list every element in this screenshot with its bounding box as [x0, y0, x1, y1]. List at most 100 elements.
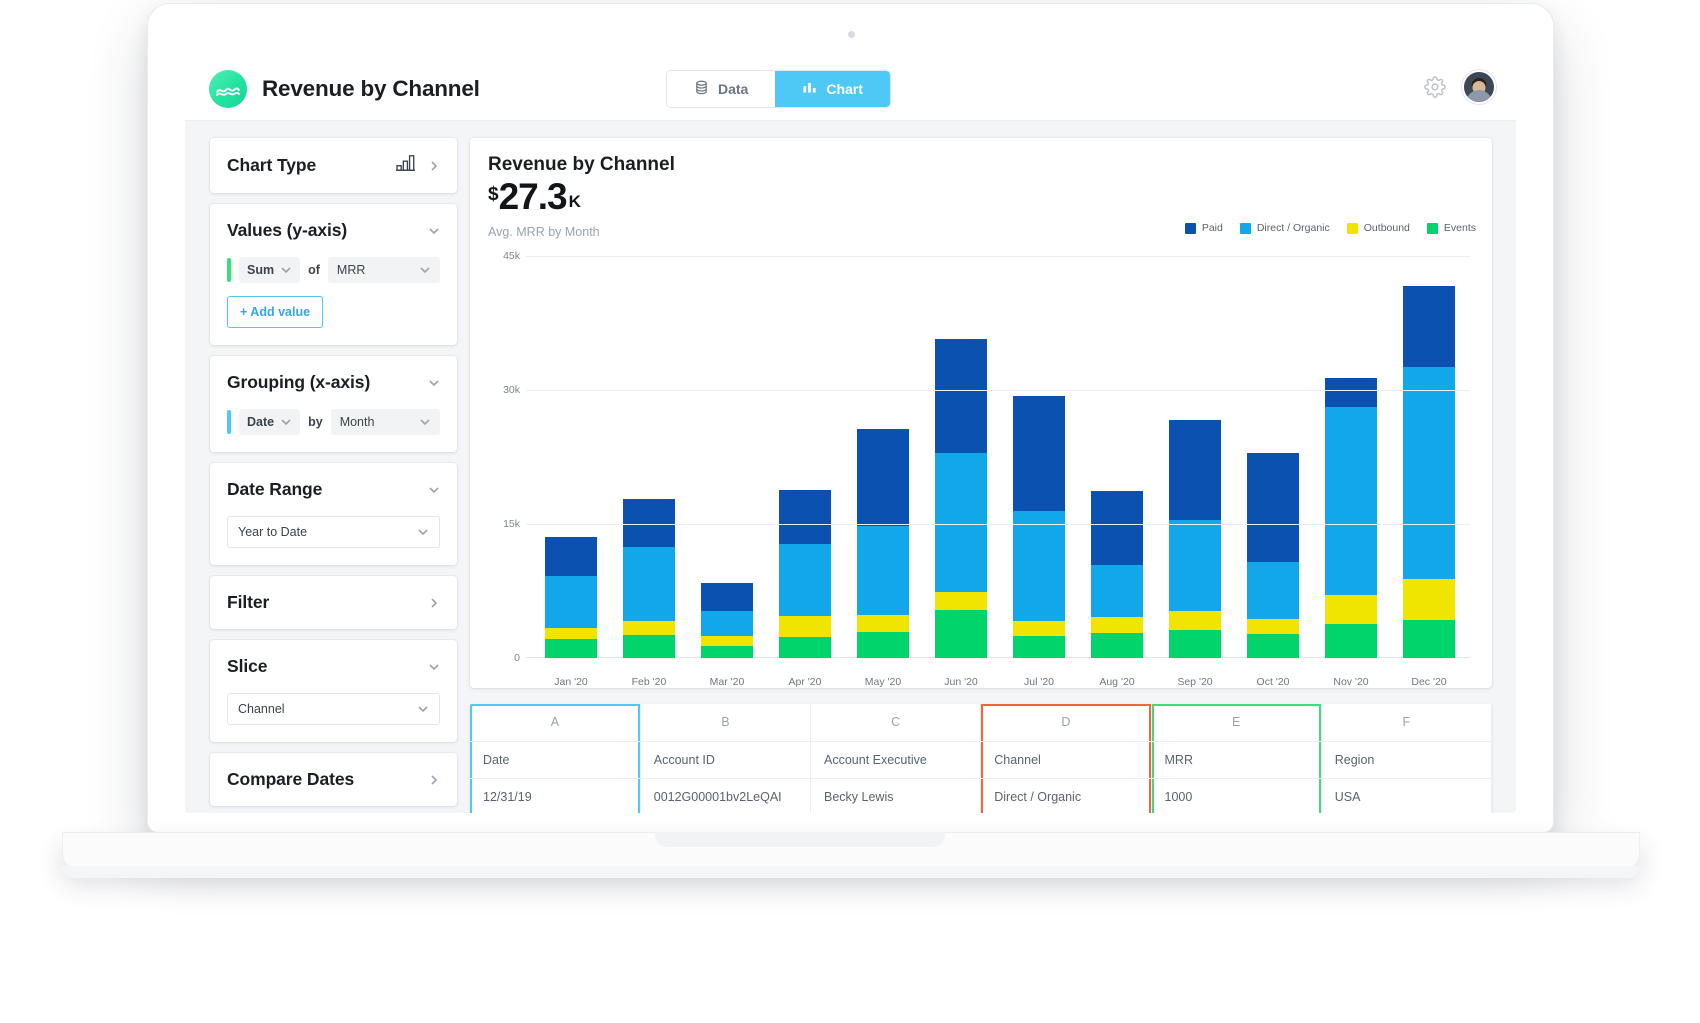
- bar-segment[interactable]: [935, 453, 987, 592]
- bar-segment[interactable]: [1325, 407, 1377, 596]
- bar-segment[interactable]: [1013, 635, 1065, 658]
- bar-segment[interactable]: [1091, 616, 1143, 633]
- date-range-select[interactable]: Year to Date: [227, 516, 440, 548]
- bar-segment[interactable]: [623, 621, 675, 635]
- view-toggle[interactable]: Data Chart: [666, 70, 891, 108]
- bar-segment[interactable]: [779, 543, 831, 617]
- value-field-select[interactable]: MRR: [327, 257, 440, 283]
- chevron-down-icon[interactable]: [428, 225, 440, 237]
- panel-header-slice[interactable]: Slice: [210, 640, 457, 693]
- table-cell[interactable]: Date: [470, 741, 641, 779]
- bar-segment[interactable]: [1169, 519, 1221, 611]
- bar-segment[interactable]: [701, 635, 753, 647]
- slice-select[interactable]: Channel: [227, 693, 440, 725]
- bar-segment[interactable]: [857, 632, 909, 658]
- grouping-field-select[interactable]: Date: [239, 409, 301, 435]
- bar-column[interactable]: [766, 256, 844, 658]
- column-header[interactable]: E: [1151, 704, 1322, 742]
- panel-header-grouping[interactable]: Grouping (x-axis): [210, 356, 457, 409]
- bar-stack[interactable]: [1013, 396, 1065, 658]
- column-header[interactable]: C: [810, 704, 982, 742]
- bar-column[interactable]: [1390, 256, 1468, 658]
- tab-data[interactable]: Data: [667, 71, 776, 107]
- table-cell[interactable]: Becky Lewis: [810, 778, 982, 813]
- bar-segment[interactable]: [1013, 396, 1065, 511]
- bar-segment[interactable]: [545, 575, 597, 628]
- bar-column[interactable]: [844, 256, 922, 658]
- bar-segment[interactable]: [701, 582, 753, 611]
- table-cell[interactable]: Account ID: [640, 741, 812, 779]
- table-cell[interactable]: Account Executive: [810, 741, 982, 779]
- chevron-right-icon[interactable]: [428, 774, 440, 786]
- bar-segment[interactable]: [779, 616, 831, 638]
- bar-chart-type-icon[interactable]: [395, 154, 417, 177]
- bar-stack[interactable]: [701, 582, 753, 658]
- bar-segment[interactable]: [857, 525, 909, 616]
- bar-stack[interactable]: [1091, 490, 1143, 658]
- table-cell[interactable]: Channel: [980, 741, 1152, 779]
- column-header[interactable]: D: [980, 704, 1152, 742]
- panel-header-compare-dates[interactable]: Compare Dates: [210, 753, 457, 806]
- bar-segment[interactable]: [1169, 610, 1221, 631]
- table-cell[interactable]: 0012G00001bv2LeQAI: [640, 778, 812, 813]
- chevron-down-icon[interactable]: [428, 484, 440, 496]
- bar-segment[interactable]: [1013, 510, 1065, 622]
- bar-column[interactable]: [1156, 256, 1234, 658]
- bar-segment[interactable]: [1403, 366, 1455, 580]
- legend-item[interactable]: Paid: [1184, 222, 1223, 234]
- table-cell[interactable]: MRR: [1151, 741, 1322, 779]
- panel-header-date-range[interactable]: Date Range: [210, 463, 457, 516]
- bar-segment[interactable]: [779, 637, 831, 658]
- bar-segment[interactable]: [1169, 630, 1221, 658]
- bar-segment[interactable]: [1247, 618, 1299, 634]
- bar-segment[interactable]: [1091, 565, 1143, 617]
- bar-segment[interactable]: [1247, 633, 1299, 658]
- bar-stack[interactable]: [545, 537, 597, 658]
- bar-stack[interactable]: [935, 339, 987, 658]
- bar-stack[interactable]: [857, 429, 909, 658]
- aggregate-select[interactable]: Sum: [239, 257, 301, 283]
- bar-column[interactable]: [610, 256, 688, 658]
- bar-segment[interactable]: [1325, 378, 1377, 407]
- legend-item[interactable]: Events: [1426, 222, 1476, 234]
- column-header[interactable]: B: [640, 704, 812, 742]
- bar-segment[interactable]: [1247, 453, 1299, 562]
- bar-column[interactable]: [1000, 256, 1078, 658]
- bar-segment[interactable]: [1403, 579, 1455, 621]
- column-header[interactable]: A: [470, 704, 641, 742]
- bar-segment[interactable]: [1169, 420, 1221, 520]
- bar-segment[interactable]: [935, 591, 987, 610]
- chevron-right-icon[interactable]: [428, 160, 440, 172]
- legend-item[interactable]: Direct / Organic: [1239, 222, 1330, 234]
- tab-chart[interactable]: Chart: [775, 71, 890, 107]
- bar-column[interactable]: [1312, 256, 1390, 658]
- bar-segment[interactable]: [935, 339, 987, 454]
- bar-segment[interactable]: [935, 609, 987, 658]
- legend-item[interactable]: Outbound: [1346, 222, 1410, 234]
- avatar[interactable]: [1462, 70, 1496, 104]
- add-value-button[interactable]: + Add value: [227, 296, 324, 328]
- bar-column[interactable]: [1234, 256, 1312, 658]
- bar-segment[interactable]: [701, 646, 753, 658]
- bar-segment[interactable]: [1091, 490, 1143, 566]
- chevron-down-icon[interactable]: [428, 661, 440, 673]
- bar-column[interactable]: [1078, 256, 1156, 658]
- bar-stack[interactable]: [1247, 453, 1299, 658]
- table-cell[interactable]: USA: [1321, 778, 1492, 813]
- bar-segment[interactable]: [857, 615, 909, 633]
- table-cell[interactable]: Region: [1321, 741, 1492, 779]
- grouping-interval-select[interactable]: Month: [330, 409, 440, 435]
- bar-column[interactable]: [532, 256, 610, 658]
- table-cell[interactable]: Direct / Organic: [980, 778, 1152, 813]
- bar-segment[interactable]: [545, 537, 597, 576]
- bar-segment[interactable]: [545, 627, 597, 640]
- chevron-right-icon[interactable]: [428, 597, 440, 609]
- panel-header-values[interactable]: Values (y-axis): [210, 204, 457, 257]
- bar-stack[interactable]: [623, 499, 675, 658]
- column-header[interactable]: F: [1321, 704, 1492, 742]
- bar-stack[interactable]: [1325, 378, 1377, 658]
- bar-segment[interactable]: [1403, 620, 1455, 658]
- bar-column[interactable]: [922, 256, 1000, 658]
- bar-segment[interactable]: [1091, 633, 1143, 658]
- panel-header-filter[interactable]: Filter: [210, 576, 457, 629]
